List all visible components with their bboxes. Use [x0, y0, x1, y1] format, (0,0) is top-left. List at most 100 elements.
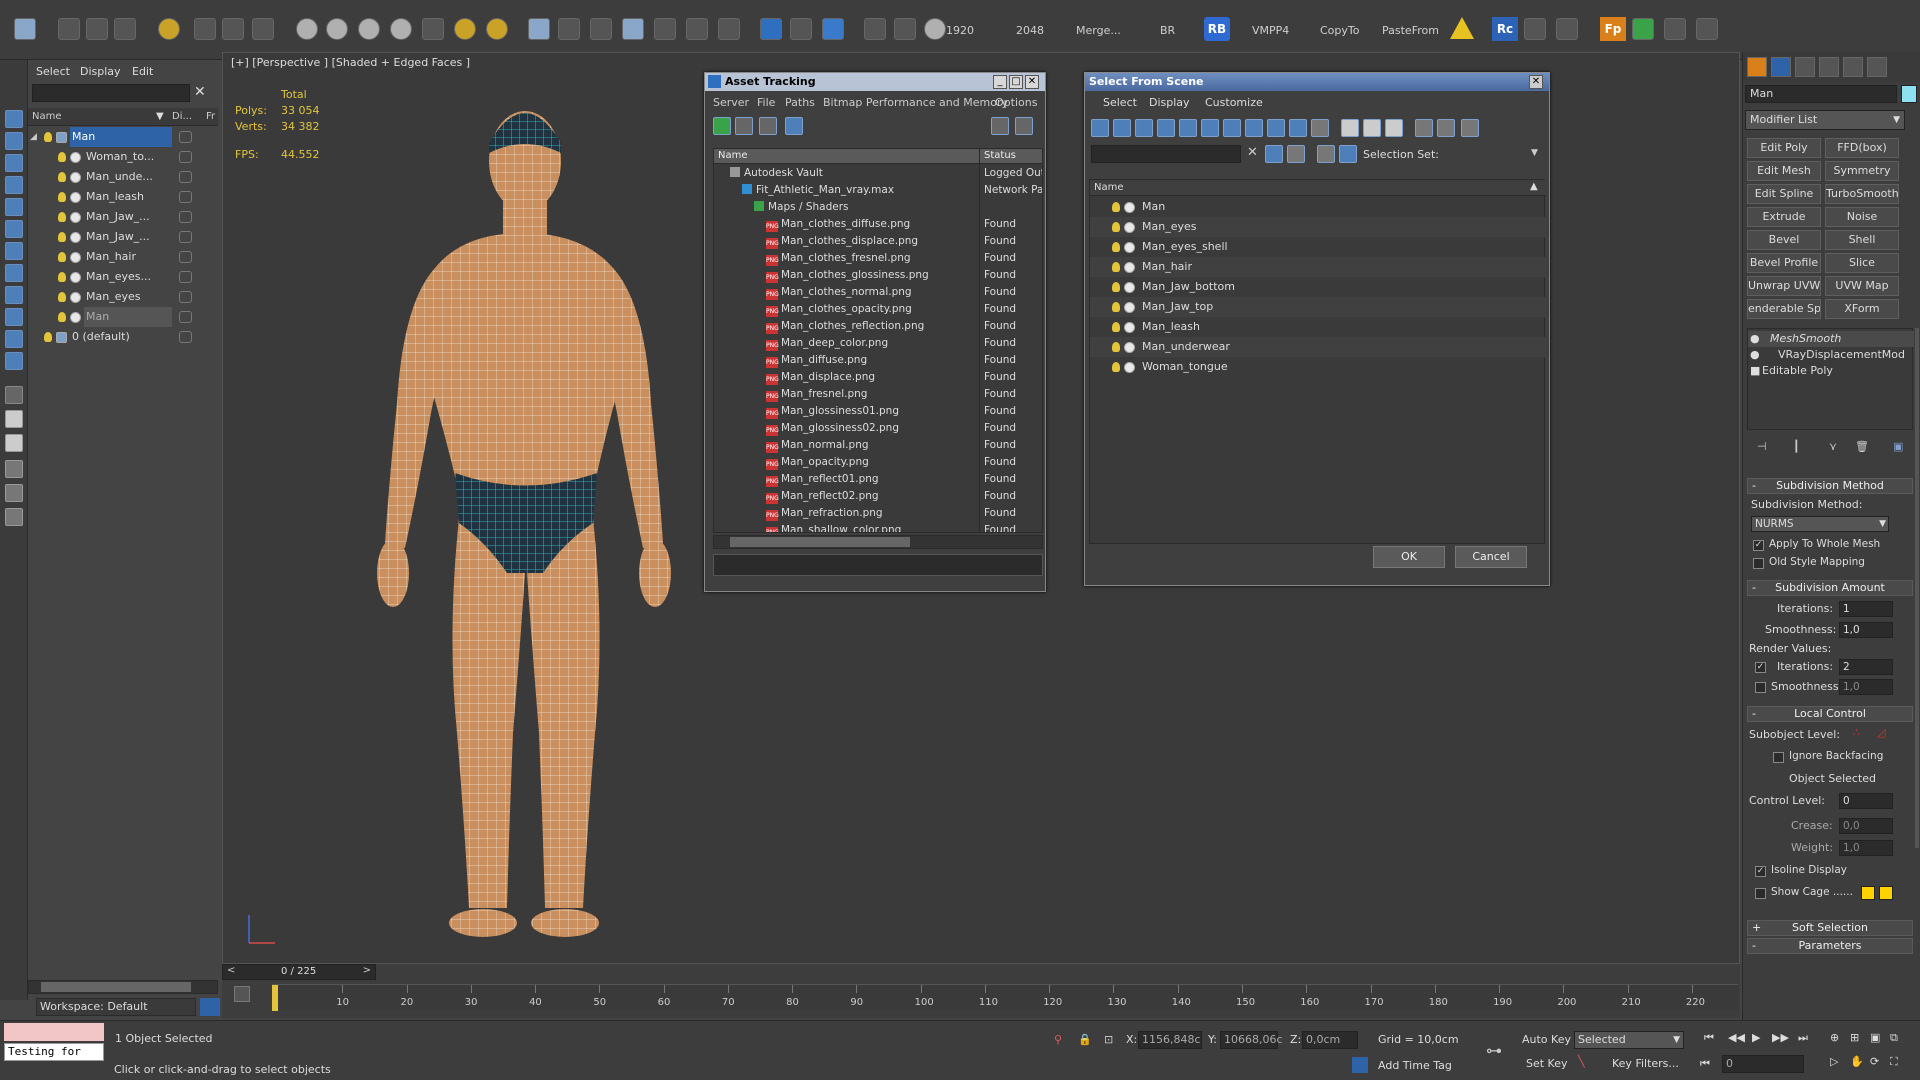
visibility-bulb-icon[interactable]	[1112, 282, 1120, 292]
display-toggle-icon[interactable]	[179, 271, 192, 283]
soft-selection-rollout[interactable]: + Soft Selection	[1747, 920, 1913, 936]
visibility-bulb-icon[interactable]	[58, 312, 66, 322]
crease-input[interactable]: 0,0	[1839, 818, 1893, 834]
scene-object-row[interactable]: Man_eyes_shell	[1090, 237, 1546, 257]
render-setup-icon[interactable]	[114, 18, 136, 40]
edge-level-icon[interactable]: ◿	[1877, 726, 1885, 739]
asset-row[interactable]: PNG Man_deep_color.png Found	[714, 335, 1042, 352]
help-icon[interactable]	[924, 18, 946, 40]
selection-lock-icon[interactable]	[1287, 145, 1305, 163]
menu-select[interactable]: Select	[36, 65, 70, 78]
asset-row[interactable]: PNG Man_glossiness01.png Found	[714, 403, 1042, 420]
br-button[interactable]: BR	[1160, 24, 1175, 37]
box-primitive-icon[interactable]	[296, 18, 318, 40]
mini-curve-editor-icon[interactable]	[234, 986, 250, 1002]
close-button[interactable]: ✕	[1529, 75, 1543, 89]
asset-row[interactable]: PNG Man_reflect02.png Found	[714, 488, 1042, 505]
fov-icon[interactable]: ▷	[1830, 1055, 1838, 1068]
zoom-icon[interactable]: ⊕	[1830, 1031, 1839, 1044]
z-coordinate-field[interactable]: 0,0cm	[1302, 1031, 1358, 1049]
scene-tree-item[interactable]: Man_eyes	[28, 287, 218, 307]
container-filter-icon[interactable]	[5, 330, 23, 348]
display-toggle-icon[interactable]	[179, 191, 192, 203]
geometry-filter-icon[interactable]	[1113, 119, 1131, 137]
stack-item-meshsmooth[interactable]: ● MeshSmooth	[1748, 331, 1914, 347]
help-icon[interactable]	[991, 117, 1009, 135]
modifier-button[interactable]: Unwrap UVW	[1747, 276, 1821, 296]
asset-row[interactable]: PNG Man_diffuse.png Found	[714, 352, 1042, 369]
add-time-tag-button[interactable]: Add Time Tag	[1378, 1059, 1452, 1072]
display-toggle-icon[interactable]	[179, 151, 192, 163]
cloth-icon[interactable]	[558, 18, 580, 40]
modifier-button[interactable]: TurboSmooth	[1825, 184, 1899, 204]
command-panel-scrollbar[interactable]	[1915, 328, 1919, 848]
display-toggle-icon[interactable]	[179, 231, 192, 243]
scene-tree-item[interactable]: Man_leash	[28, 187, 218, 207]
layers-icon[interactable]	[5, 386, 23, 404]
scene-object-row[interactable]: Man_leash	[1090, 317, 1546, 337]
previous-frame-icon[interactable]: ◀◀	[1728, 1031, 1745, 1044]
visibility-bulb-icon[interactable]	[1112, 202, 1120, 212]
select-invert-icon[interactable]	[1385, 119, 1403, 137]
next-frame-icon[interactable]: ▶▶	[1772, 1031, 1789, 1044]
menu-display[interactable]: Display	[80, 65, 121, 78]
sphere-light-icon[interactable]	[486, 18, 508, 40]
scene-object-row[interactable]: Man_underwear	[1090, 337, 1546, 357]
minimize-button[interactable]: _	[993, 75, 1007, 89]
asset-row[interactable]: PNG Man_clothes_displace.png Found	[714, 233, 1042, 250]
render-smoothness-checkbox[interactable]	[1755, 682, 1766, 693]
visibility-bulb-icon[interactable]	[1112, 342, 1120, 352]
maxscript-listener-input[interactable]: Testing for	[4, 1043, 104, 1061]
asset-row[interactable]: PNG Man_displace.png Found	[714, 369, 1042, 386]
track-bar[interactable]: 10 20 30 40 50 60 70 80 90 100 110 120 130 140 150 160 1…	[272, 984, 1738, 1011]
shape-filter-icon[interactable]	[1135, 119, 1153, 137]
visibility-bulb-icon[interactable]	[1112, 302, 1120, 312]
col-fr-header[interactable]: Fr	[206, 111, 215, 122]
light-bulb-icon[interactable]	[158, 18, 180, 40]
modifier-button[interactable]: Noise	[1825, 207, 1899, 227]
asset-row[interactable]: Autodesk Vault Logged Out	[714, 165, 1042, 182]
hierarchy-icon[interactable]	[1437, 119, 1455, 137]
col-name-header[interactable]: Name	[718, 150, 748, 161]
asset-row[interactable]: PNG Man_clothes_opacity.png Found	[714, 301, 1042, 318]
control-level-input[interactable]: 0	[1839, 793, 1893, 809]
render-smoothness-input[interactable]: 1,0	[1839, 679, 1893, 695]
tools-icon[interactable]	[1524, 18, 1546, 40]
iterations-input[interactable]: 1	[1839, 601, 1893, 617]
subdivision-method-rollout[interactable]: - Subdivision Method	[1747, 478, 1913, 494]
modifier-button[interactable]: enderable Splir	[1747, 299, 1821, 319]
shape-filter-icon[interactable]	[5, 154, 23, 172]
pan-icon[interactable]: ✋	[1850, 1055, 1864, 1068]
time-tag-icon[interactable]	[1352, 1057, 1368, 1073]
table-view-icon[interactable]	[785, 117, 803, 135]
scene-tree-item[interactable]: Man_Jaw_...	[28, 227, 218, 247]
display-none-icon[interactable]	[5, 110, 23, 128]
asset-row[interactable]: PNG Man_glossiness02.png Found	[714, 420, 1042, 437]
asset-row[interactable]: PNG Man_reflect01.png Found	[714, 471, 1042, 488]
visibility-bulb-icon[interactable]	[1112, 242, 1120, 252]
visibility-bulb-icon[interactable]	[58, 252, 66, 262]
asset-horizontal-scrollbar[interactable]	[713, 535, 1043, 549]
helper-filter-icon[interactable]	[5, 220, 23, 238]
ok-button[interactable]: OK	[1373, 546, 1445, 568]
scene-object-row[interactable]: Man_Jaw_bottom	[1090, 277, 1546, 297]
modifier-button[interactable]: XForm	[1825, 299, 1899, 319]
display-toggle-icon[interactable]	[179, 331, 192, 343]
sort-icon[interactable]	[5, 508, 23, 526]
select-from-scene-titlebar[interactable]: Select From Scene	[1085, 73, 1549, 91]
set-key-icon[interactable]: ╲	[1578, 1055, 1585, 1068]
visibility-bulb-icon[interactable]	[58, 292, 66, 302]
resolution-height-button[interactable]: 2048	[1016, 24, 1044, 37]
subdivision-amount-rollout[interactable]: - Subdivision Amount	[1747, 580, 1913, 596]
particles-icon[interactable]	[528, 18, 550, 40]
light-filter-icon[interactable]	[5, 176, 23, 194]
modifier-button[interactable]: Bevel Profile	[1747, 253, 1821, 273]
menu-paths[interactable]: Paths	[785, 96, 815, 109]
group-filter-icon[interactable]	[1245, 119, 1263, 137]
copyto-button[interactable]: CopyTo	[1320, 24, 1359, 37]
display-toggle-icon[interactable]	[179, 211, 192, 223]
modify-tab-icon[interactable]	[1771, 57, 1791, 77]
scene-tree-item[interactable]: Man_hair	[28, 247, 218, 267]
scene-object-row[interactable]: Man_eyes	[1090, 217, 1546, 237]
play-icon[interactable]: ▶	[1752, 1031, 1760, 1044]
